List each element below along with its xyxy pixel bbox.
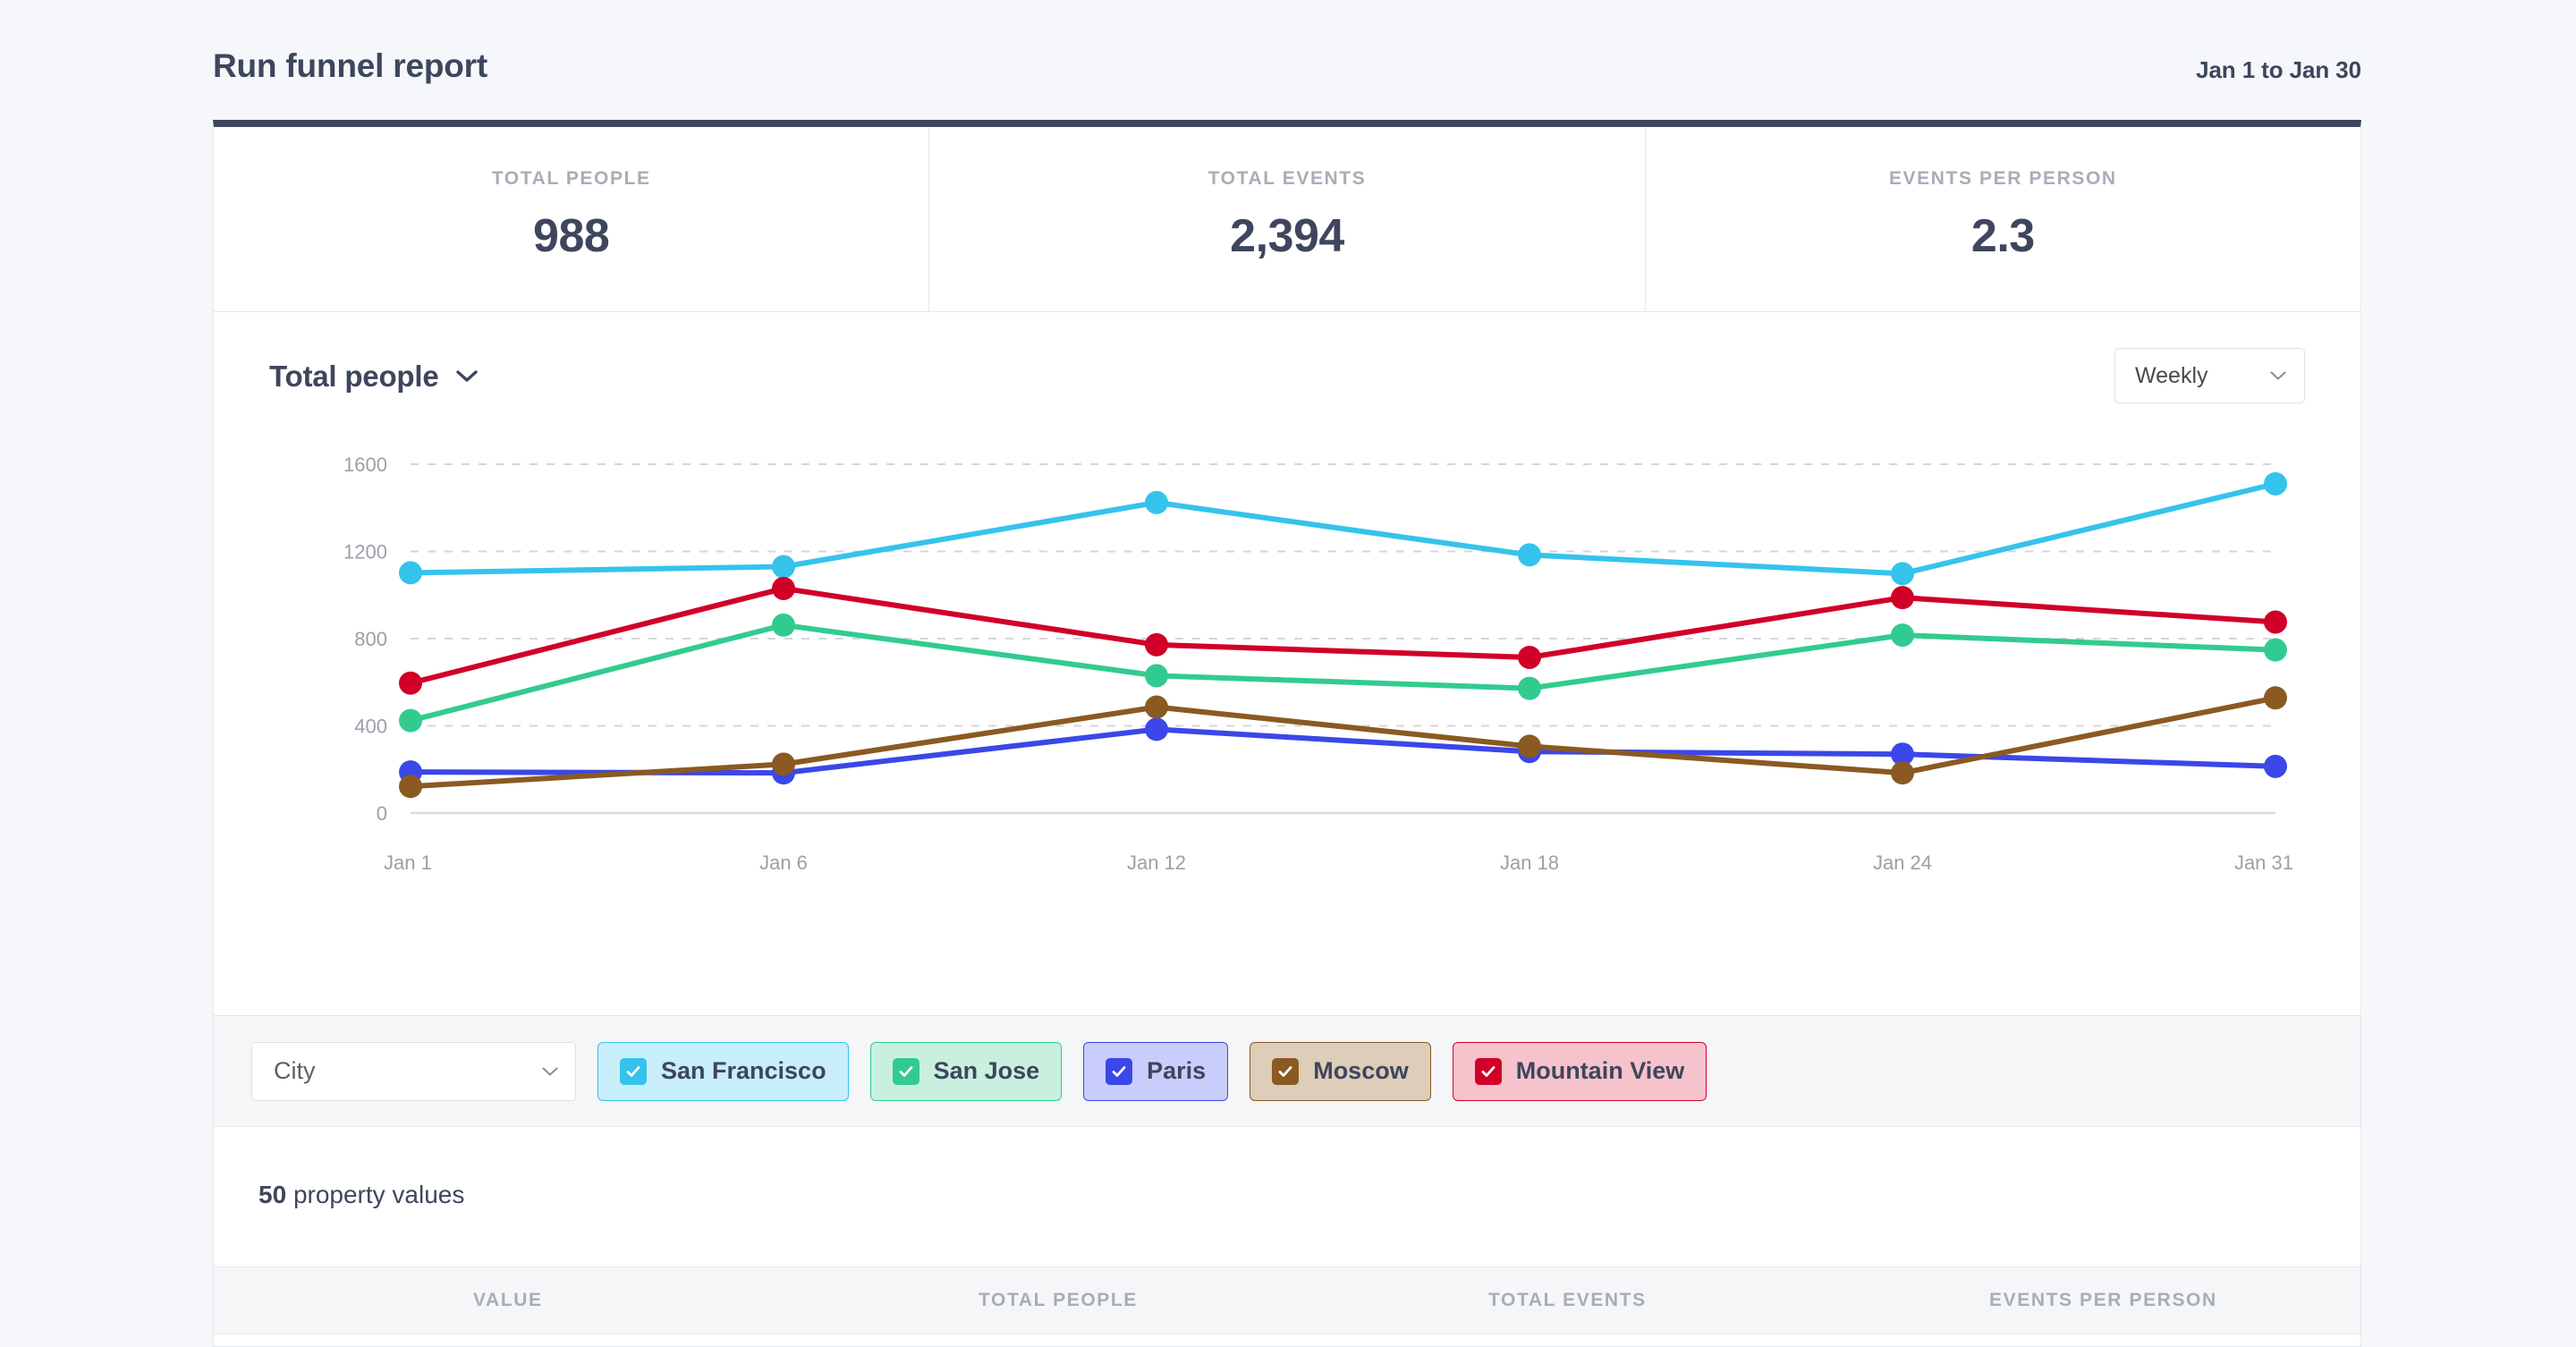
property-dropdown-label: City xyxy=(274,1057,316,1084)
data-point[interactable] xyxy=(1891,761,1914,785)
legend-filter-bar: City San Francisco San Jose Paris Moscow Mou… xyxy=(213,1016,2361,1127)
column-header-value[interactable]: VALUE xyxy=(473,1290,543,1311)
page-title: Run funnel report xyxy=(213,47,487,84)
metric-dropdown-label: Total people xyxy=(269,360,439,393)
data-point[interactable] xyxy=(1145,717,1168,741)
legend-chip-label: San Francisco xyxy=(661,1057,826,1084)
table-header-row: VALUE TOTAL PEOPLE TOTAL EVENTS EVENTS P… xyxy=(214,1267,2360,1334)
data-point[interactable] xyxy=(1518,645,1541,669)
report-header: Run funnel report Jan 1 to Jan 30 xyxy=(213,34,2361,98)
data-point[interactable] xyxy=(772,752,795,776)
y-axis-tick-label: 800 xyxy=(354,628,387,650)
legend-chip-label: Paris xyxy=(1147,1057,1207,1084)
chart-svg: 0 400 800 1200 1600 Jan 1 Jan 6 Jan 12 Jan 18 Jan… xyxy=(343,453,2293,874)
data-point[interactable] xyxy=(772,613,795,637)
property-values-count-number: 50 xyxy=(258,1181,287,1208)
data-point[interactable] xyxy=(1891,623,1914,648)
legend-chip-san-francisco[interactable]: San Francisco xyxy=(597,1041,849,1101)
data-point[interactable] xyxy=(399,561,422,585)
data-point[interactable] xyxy=(399,708,422,733)
column-header-total-people[interactable]: TOTAL PEOPLE xyxy=(979,1290,1138,1311)
legend-chip-label: San Jose xyxy=(933,1057,1040,1084)
y-axis-tick-label: 0 xyxy=(377,802,387,825)
legend-chip-label: Mountain View xyxy=(1515,1057,1685,1084)
data-point[interactable] xyxy=(399,775,422,799)
legend-chip-moscow[interactable]: Moscow xyxy=(1250,1041,1431,1101)
data-point[interactable] xyxy=(772,555,795,579)
column-header-events-per-person[interactable]: EVENTS PER PERSON xyxy=(1989,1290,2217,1311)
data-point[interactable] xyxy=(2264,471,2287,496)
stat-value: 2.3 xyxy=(1970,210,2035,262)
chevron-down-icon xyxy=(455,369,479,384)
x-axis-tick-label: Jan 31 xyxy=(2234,851,2293,874)
stat-label: TOTAL EVENTS xyxy=(1208,168,1367,189)
chevron-down-icon xyxy=(2269,370,2287,381)
x-axis-tick-label: Jan 6 xyxy=(759,851,808,874)
checkbox-checked-icon[interactable] xyxy=(1106,1057,1133,1085)
checkbox-checked-icon[interactable] xyxy=(892,1057,919,1085)
stat-events-per-person: EVENTS PER PERSON 2.3 xyxy=(1646,127,2360,311)
legend-chip-san-jose[interactable]: San Jose xyxy=(869,1041,1063,1101)
legend-chip-mountain-view[interactable]: Mountain View xyxy=(1452,1041,1707,1101)
legend-chip-paris[interactable]: Paris xyxy=(1083,1041,1229,1101)
data-point[interactable] xyxy=(1518,543,1541,567)
data-point[interactable] xyxy=(1145,695,1168,719)
data-point[interactable] xyxy=(772,576,795,600)
stat-value: 988 xyxy=(533,210,610,262)
data-point[interactable] xyxy=(399,671,422,695)
line-chart-plot: 0 400 800 1200 1600 Jan 1 Jan 6 Jan 12 Jan 18 Jan… xyxy=(214,437,2360,885)
chart-card: Total people Weekly 0 400 800 1200 1600 Jan 1… xyxy=(213,312,2361,1016)
x-axis-tick-label: Jan 12 xyxy=(1127,851,1186,874)
y-axis-tick-label: 1200 xyxy=(343,541,387,563)
data-point[interactable] xyxy=(2264,754,2287,778)
data-point[interactable] xyxy=(1518,734,1541,758)
x-axis-tick-label: Jan 24 xyxy=(1873,851,1932,874)
checkbox-checked-icon[interactable] xyxy=(620,1057,647,1085)
x-axis-tick-label: Jan 1 xyxy=(384,851,432,874)
data-point[interactable] xyxy=(1891,562,1914,586)
checkbox-checked-icon[interactable] xyxy=(1474,1057,1502,1085)
data-point[interactable] xyxy=(2264,686,2287,710)
data-point[interactable] xyxy=(1891,586,1914,610)
report-page: Run funnel report Jan 1 to Jan 30 TOTAL … xyxy=(0,0,2576,1347)
y-axis-tick-label: 400 xyxy=(354,716,387,738)
series-line-san-francisco xyxy=(408,480,2278,577)
property-values-count: 50 property values xyxy=(258,1181,464,1209)
legend-chip-group: San Francisco San Jose Paris Moscow Mountain… xyxy=(597,1041,1707,1101)
granularity-dropdown-label: Weekly xyxy=(2135,362,2208,388)
metric-dropdown[interactable]: Total people xyxy=(269,360,479,394)
stat-total-people: TOTAL PEOPLE 988 xyxy=(214,127,930,311)
stat-label: EVENTS PER PERSON xyxy=(1888,168,2117,189)
summary-stats-card: TOTAL PEOPLE 988 TOTAL EVENTS 2,394 EVEN… xyxy=(213,120,2361,312)
data-point[interactable] xyxy=(1518,676,1541,700)
property-values-table-card: 50 property values VALUE TOTAL PEOPLE TO… xyxy=(213,1127,2361,1347)
data-point[interactable] xyxy=(1145,490,1168,514)
series-line-paris xyxy=(408,726,2278,776)
checkbox-checked-icon[interactable] xyxy=(1272,1057,1300,1085)
chart-toolbar: Total people Weekly xyxy=(214,312,2360,437)
stat-value: 2,394 xyxy=(1230,210,1344,262)
x-axis-tick-label: Jan 18 xyxy=(1500,851,1559,874)
property-values-count-word: property values xyxy=(292,1181,465,1208)
y-axis-tick-label: 1600 xyxy=(343,453,387,476)
data-point[interactable] xyxy=(2264,638,2287,662)
series-line-mountain-view xyxy=(408,585,2278,686)
stat-total-events: TOTAL EVENTS 2,394 xyxy=(929,127,1646,311)
data-point[interactable] xyxy=(1145,664,1168,688)
property-dropdown[interactable]: City xyxy=(251,1041,576,1101)
date-range-label[interactable]: Jan 1 to Jan 30 xyxy=(2196,49,2361,84)
stat-label: TOTAL PEOPLE xyxy=(491,168,651,189)
data-point[interactable] xyxy=(2264,610,2287,634)
legend-chip-label: Moscow xyxy=(1313,1057,1409,1084)
granularity-dropdown[interactable]: Weekly xyxy=(2114,348,2305,403)
data-point[interactable] xyxy=(1145,632,1168,657)
chevron-down-icon xyxy=(541,1066,559,1077)
column-header-total-events[interactable]: TOTAL EVENTS xyxy=(1488,1290,1647,1311)
